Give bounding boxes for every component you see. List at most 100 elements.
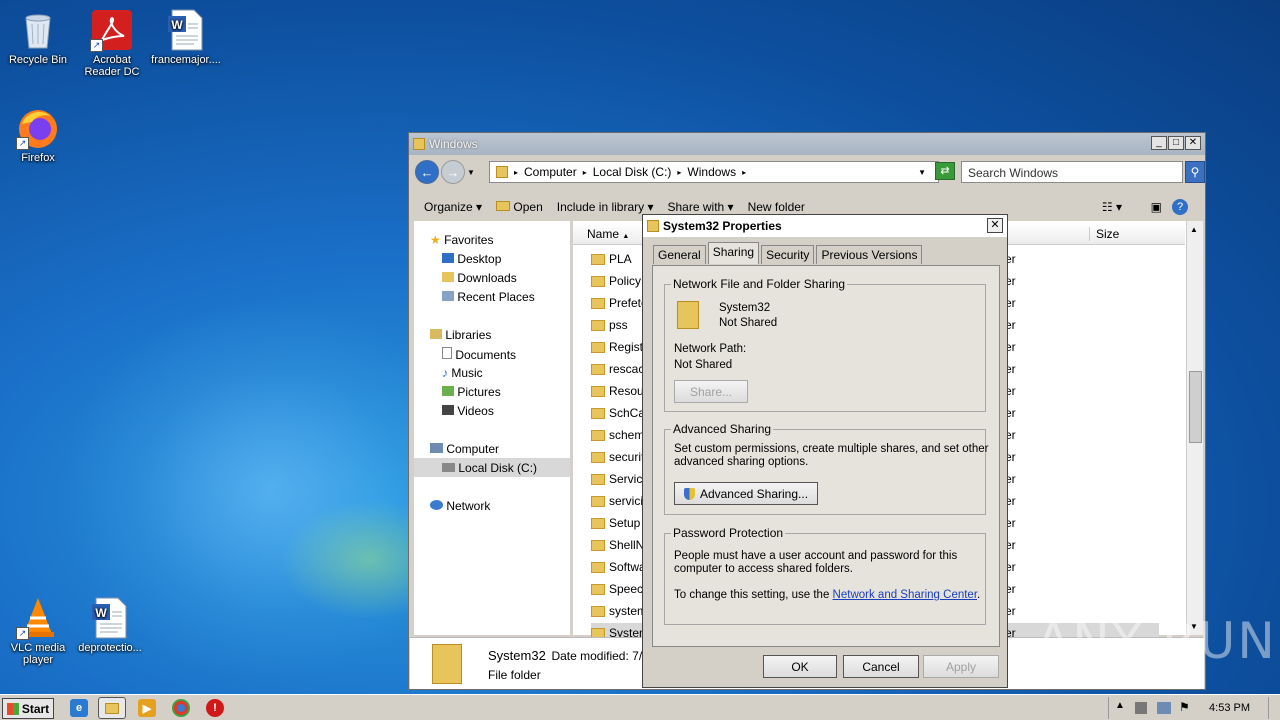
scrollbar-thumb[interactable] (1189, 371, 1202, 443)
tab-general[interactable]: General (653, 245, 706, 264)
column-size[interactable]: Size (1089, 227, 1119, 241)
desktop-icon-label: Firefox (21, 152, 55, 164)
minimize-button[interactable]: _ (1151, 136, 1167, 150)
start-button[interactable]: Start (2, 698, 54, 719)
list-item[interactable]: PolicyD (591, 271, 645, 291)
organize-button[interactable]: Organize ▾ (424, 200, 482, 214)
network-tray-icon[interactable] (1157, 702, 1171, 714)
dialog-close-button[interactable]: ✕ (987, 218, 1003, 233)
list-item[interactable]: Service (591, 469, 645, 489)
explorer-taskbar-button[interactable] (98, 697, 126, 719)
folder-icon (647, 220, 659, 232)
list-item[interactable]: Setup (591, 513, 645, 533)
nav-local-disk[interactable]: Local Disk (C:) (414, 458, 570, 477)
dialog-titlebar[interactable]: System32 Properties (643, 215, 1007, 237)
nav-libraries[interactable]: Libraries (430, 328, 491, 342)
advanced-sharing-button[interactable]: Advanced Sharing... (674, 482, 818, 505)
list-item-name: Resour (609, 384, 645, 398)
flag-icon[interactable]: ⚑ (1179, 700, 1190, 714)
tab-security[interactable]: Security (761, 245, 815, 264)
desktop-icon-deprotection[interactable]: W deprotectio... (72, 596, 148, 654)
list-item[interactable]: SchCac (591, 403, 645, 423)
list-item[interactable]: ShellNe (591, 535, 645, 555)
notification-icon[interactable] (1135, 702, 1147, 714)
list-item[interactable]: Softwa (591, 557, 645, 577)
list-item-name: rescacl (609, 362, 645, 376)
address-dropdown-icon[interactable]: ▼ (918, 168, 926, 177)
tab-previous-versions[interactable]: Previous Versions (816, 245, 923, 264)
list-item[interactable]: schema (591, 425, 645, 445)
cancel-button[interactable]: Cancel (843, 655, 919, 678)
breadcrumb-computer[interactable]: Computer (524, 165, 577, 179)
apply-button[interactable]: Apply (923, 655, 999, 678)
refresh-button[interactable]: ⇄ (935, 162, 955, 180)
help-icon[interactable]: ? (1172, 199, 1188, 215)
open-button[interactable]: Open (496, 200, 543, 214)
clock[interactable]: 4:53 PM (1209, 702, 1250, 714)
disk-icon (442, 463, 455, 472)
list-item[interactable]: Speech (591, 579, 645, 599)
list-item[interactable]: rescacl (591, 359, 645, 379)
recent-pages-dropdown-icon[interactable]: ▼ (467, 168, 475, 177)
view-options-icon[interactable]: ☷ ▾ (1102, 200, 1122, 214)
network-sharing-center-link[interactable]: Network and Sharing Center (833, 589, 977, 601)
forward-button[interactable]: → (441, 160, 465, 184)
opera-icon[interactable]: ! (206, 699, 224, 717)
internet-explorer-icon[interactable]: e (70, 699, 88, 717)
list-item[interactable]: servicin (591, 491, 645, 511)
media-player-icon[interactable]: ▶ (138, 699, 156, 717)
list-item[interactable]: Registr (591, 337, 645, 357)
desktop-icon (442, 253, 454, 263)
search-input[interactable]: Search Windows (961, 161, 1183, 183)
desktop-icon-recycle-bin[interactable]: Recycle Bin (0, 8, 76, 66)
nav-recent-places[interactable]: Recent Places (442, 290, 535, 304)
preview-pane-icon[interactable]: ▣ (1151, 200, 1162, 214)
folder-icon (496, 166, 508, 178)
nav-documents[interactable]: Documents (442, 347, 516, 362)
list-item[interactable]: Prefetc (591, 293, 645, 313)
firefox-icon: ↗ (16, 106, 60, 150)
nav-computer[interactable]: Computer (430, 442, 499, 456)
breadcrumb-windows[interactable]: Windows (687, 165, 736, 179)
svg-text:W: W (171, 18, 183, 32)
back-button[interactable]: ← (415, 160, 439, 184)
list-item[interactable]: securit (591, 447, 645, 467)
list-item[interactable]: PLA (591, 249, 645, 269)
nav-favorites[interactable]: ★ Favorites (430, 233, 493, 247)
new-folder-button[interactable]: New folder (748, 200, 805, 214)
list-item[interactable]: system (591, 601, 645, 621)
vertical-scrollbar[interactable]: ▲ ▼ (1186, 221, 1203, 635)
breadcrumb-local-disk[interactable]: Local Disk (C:) (593, 165, 672, 179)
nav-network[interactable]: Network (430, 499, 490, 513)
share-with-button[interactable]: Share with ▾ (668, 200, 734, 214)
show-desktop-button[interactable] (1268, 697, 1280, 719)
nav-videos[interactable]: Videos (442, 404, 494, 418)
maximize-button[interactable]: □ (1168, 136, 1184, 150)
show-hidden-icons-icon[interactable]: ▲ (1115, 700, 1125, 711)
nav-downloads[interactable]: Downloads (442, 271, 517, 285)
close-button[interactable]: ✕ (1185, 136, 1201, 150)
list-item[interactable]: Resour (591, 381, 645, 401)
desktop-icon-vlc[interactable]: ↗ VLC media player (0, 596, 76, 666)
address-box[interactable]: ▸ Computer ▸ Local Disk (C:) ▸ Windows ▸… (489, 161, 939, 183)
desktop-icon-francemajor[interactable]: W francemajor.... (148, 8, 224, 66)
list-item[interactable]: pss (591, 315, 645, 335)
group-label: Network File and Folder Sharing (671, 277, 848, 291)
network-path-value: Not Shared (674, 359, 733, 371)
properties-dialog[interactable]: System32 Properties ✕ General Sharing Se… (642, 214, 1008, 688)
scroll-up-icon[interactable]: ▲ (1190, 225, 1198, 234)
desktop-icon-firefox[interactable]: ↗ Firefox (0, 106, 76, 164)
nav-pictures[interactable]: Pictures (442, 385, 501, 399)
ok-button[interactable]: OK (763, 655, 837, 678)
nav-desktop[interactable]: Desktop (442, 252, 501, 266)
tab-sharing[interactable]: Sharing (707, 242, 760, 264)
nav-music[interactable]: ♪ Music (442, 366, 483, 380)
explorer-titlebar[interactable]: Windows _ □ ✕ (409, 133, 1205, 155)
desktop-icon-acrobat[interactable]: ↗ Acrobat Reader DC (74, 8, 150, 78)
desktop-icon-label: francemajor.... (151, 54, 221, 66)
share-button[interactable]: Share... (674, 380, 748, 403)
search-icon[interactable]: ⚲ (1185, 161, 1205, 183)
include-in-library-button[interactable]: Include in library ▾ (557, 200, 654, 214)
chrome-icon[interactable] (172, 699, 190, 717)
column-name[interactable]: Name ▲ (587, 227, 629, 241)
